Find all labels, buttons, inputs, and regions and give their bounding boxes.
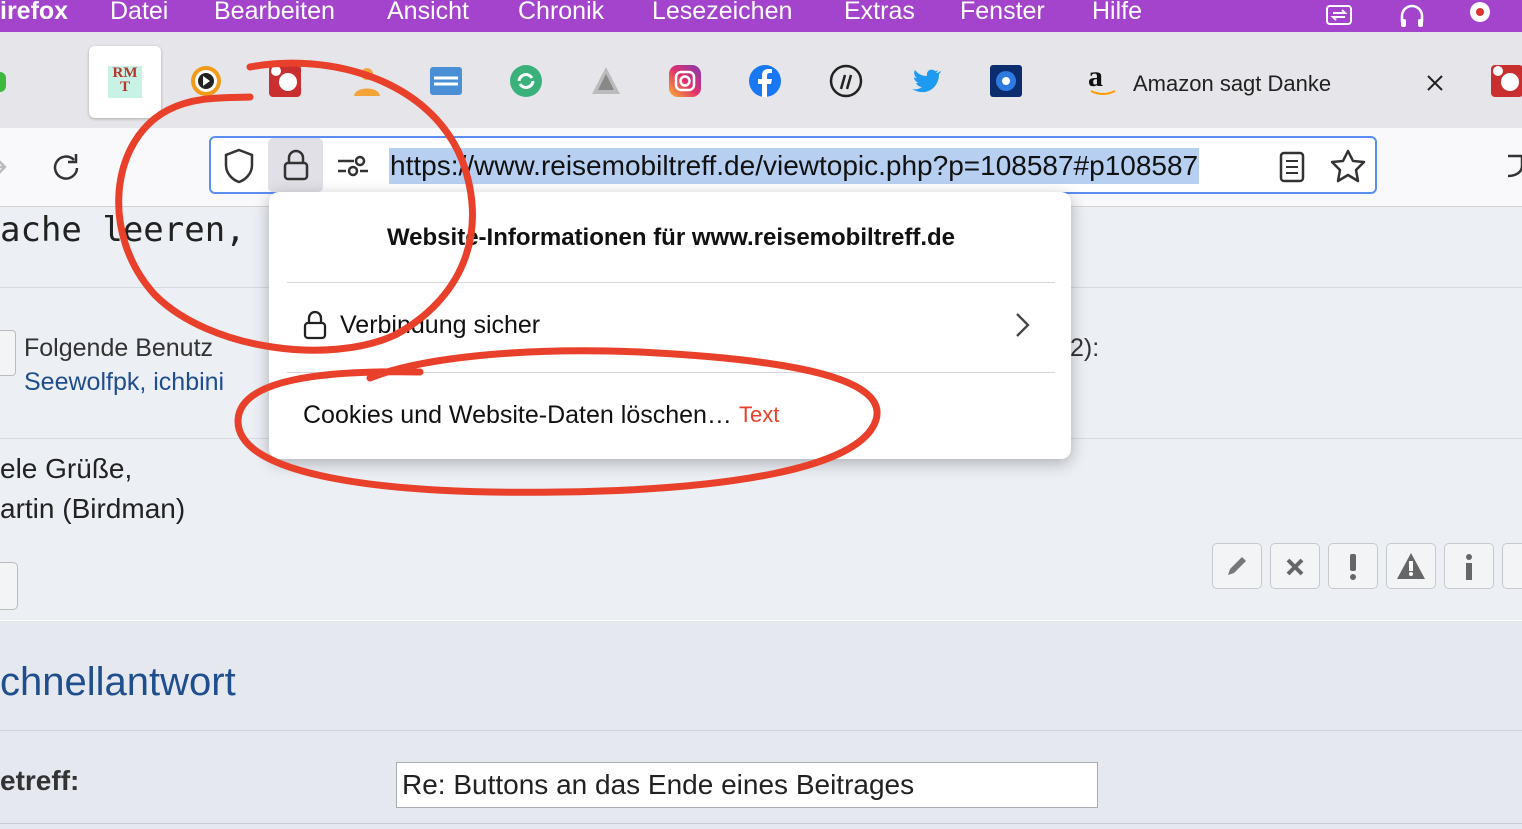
tab-rmt[interactable]: RM T <box>89 46 161 118</box>
menu-hilfe[interactable]: Hilfe <box>1092 0 1142 26</box>
warning-icon <box>1397 553 1425 579</box>
wordpress-favicon[interactable] <box>829 64 863 98</box>
site-info-button[interactable] <box>268 138 323 192</box>
blue-globe-favicon[interactable] <box>989 64 1023 98</box>
menu-bearbeiten[interactable]: Bearbeiten <box>214 0 335 26</box>
thanks-count: 2): <box>1070 334 1100 362</box>
reader-view-icon[interactable] <box>1278 151 1306 183</box>
pin-icon[interactable] <box>1466 2 1494 28</box>
site-info-panel: Website-Informationen für www.reisemobil… <box>269 192 1071 459</box>
info-button[interactable] <box>1444 543 1494 589</box>
x-icon <box>1286 558 1304 576</box>
headphones-icon[interactable] <box>1398 2 1426 28</box>
warn-button[interactable] <box>1386 543 1436 589</box>
menu-extras[interactable]: Extras <box>844 0 915 26</box>
permissions-icon[interactable] <box>336 154 370 178</box>
tab-title: Amazon sagt Danke <box>1133 71 1332 96</box>
chevron-right-icon <box>1016 313 1030 337</box>
close-tab-icon[interactable] <box>1426 74 1444 92</box>
pencil-icon <box>1228 557 1246 575</box>
facebook-favicon[interactable] <box>748 64 782 98</box>
subject-value: Re: Buttons an das Ende eines Beitrages <box>402 769 915 800</box>
post-profile-button[interactable] <box>0 562 18 610</box>
orange-favicon[interactable] <box>350 64 384 98</box>
app-menu[interactable]: irefox <box>0 0 68 26</box>
twitter-favicon[interactable] <box>908 64 942 98</box>
forward-icon[interactable] <box>0 155 8 179</box>
connection-secure-label: Verbindung sicher <box>340 311 541 339</box>
quote-button[interactable] <box>1502 543 1522 589</box>
annotation-text-label: Text <box>739 402 780 427</box>
menu-fenster[interactable]: Fenster <box>960 0 1045 26</box>
signature-line-1: ele Grüße, <box>0 453 133 484</box>
globe-favicon[interactable] <box>429 64 463 98</box>
red-dot-favicon[interactable] <box>268 64 302 98</box>
separator <box>287 372 1055 373</box>
separator <box>287 282 1055 283</box>
divider <box>0 730 1522 731</box>
edit-button[interactable] <box>1212 543 1262 589</box>
thanks-users-link[interactable]: Seewolfpk, ichbini <box>24 368 224 397</box>
menu-lesezeichen[interactable]: Lesezeichen <box>652 0 792 26</box>
signature-line-2: artin (Birdman) <box>0 493 186 524</box>
plex-favicon[interactable] <box>189 64 223 98</box>
red-dot-favicon-2[interactable] <box>1490 64 1522 98</box>
lock-icon <box>303 310 327 340</box>
instagram-favicon[interactable] <box>668 64 702 98</box>
subject-input[interactable]: Re: Buttons an das Ende eines Beitrages <box>396 762 1098 808</box>
delete-button[interactable] <box>1270 543 1320 589</box>
bookmark-star-icon[interactable] <box>1330 149 1366 183</box>
exclamation-icon <box>1350 554 1356 580</box>
clear-cookies-button[interactable]: Cookies und Website-Daten löschen… <box>303 401 732 430</box>
thanks-button[interactable] <box>0 330 16 376</box>
tab-amazon[interactable]: a Amazon sagt Danke <box>1086 58 1466 108</box>
screen-share-icon[interactable] <box>1325 2 1353 28</box>
pocket-icon[interactable] <box>1506 152 1522 182</box>
report-button[interactable] <box>1328 543 1378 589</box>
info-icon <box>1466 554 1472 580</box>
menu-datei[interactable]: Datei <box>110 0 168 26</box>
rmt-favicon: RM T <box>108 66 142 98</box>
site-info-title: Website-Informationen für www.reisemobil… <box>386 224 956 251</box>
divider <box>0 823 1522 824</box>
lock-icon <box>283 149 309 181</box>
menu-bar: irefox Datei Bearbeiten Ansicht Chronik … <box>0 0 1522 32</box>
amazon-smile-icon <box>1090 90 1116 95</box>
thanks-label: Folgende Benutz <box>24 334 214 362</box>
reload-icon[interactable] <box>49 151 83 185</box>
connection-secure-row[interactable]: Verbindung sicher <box>287 290 1055 366</box>
green-favicon-partial[interactable] <box>0 72 6 92</box>
url-text[interactable]: https://www.reisemobiltreff.de/viewtopic… <box>389 148 1200 184</box>
tracking-shield-icon[interactable] <box>222 148 256 184</box>
menu-ansicht[interactable]: Ansicht <box>387 0 469 26</box>
menu-chronik[interactable]: Chronik <box>518 0 604 26</box>
grey-favicon[interactable] <box>589 64 623 98</box>
quick-reply-heading: chnellantwort <box>0 660 236 704</box>
green-sync-favicon[interactable] <box>509 64 543 98</box>
subject-label: etreff: <box>0 765 80 796</box>
